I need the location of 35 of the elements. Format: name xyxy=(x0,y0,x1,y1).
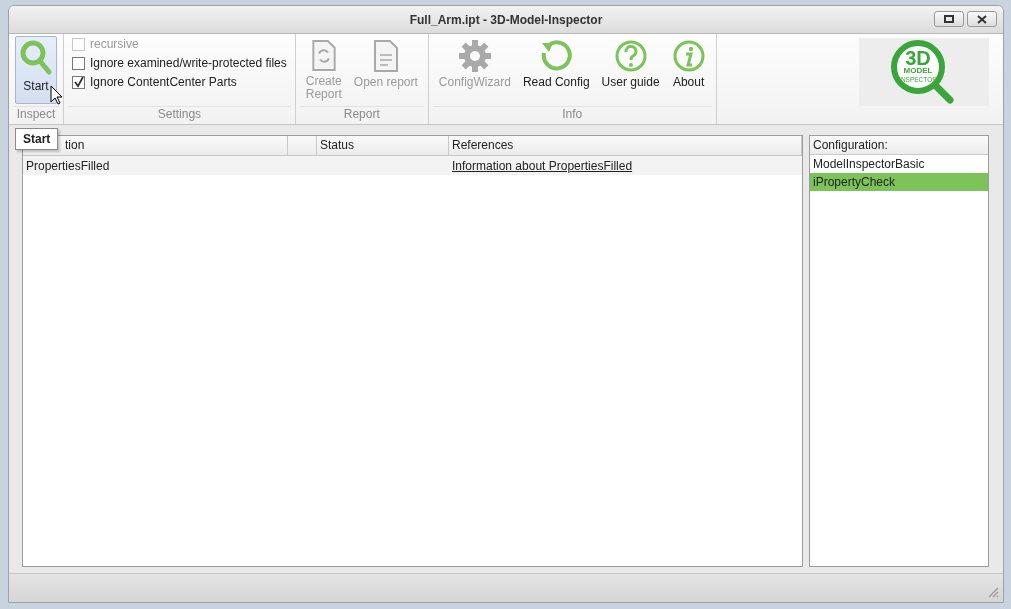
ribbon-button[interactable]: Read Config xyxy=(518,36,594,104)
checkbox[interactable] xyxy=(72,75,85,89)
column-header[interactable]: References xyxy=(449,136,802,155)
table-cell-text: PropertiesFilled xyxy=(25,158,111,173)
list-item[interactable]: ModelInspectorBasic xyxy=(810,155,988,173)
document-icon xyxy=(372,39,399,73)
group-label: Settings xyxy=(68,106,291,124)
gear-icon xyxy=(457,39,492,73)
question-icon xyxy=(613,39,648,73)
info-icon xyxy=(671,39,706,73)
tooltip: Start xyxy=(15,128,59,150)
checkbox-label: recursive xyxy=(90,37,139,51)
refresh-icon xyxy=(539,39,574,73)
maximize-icon xyxy=(944,15,954,23)
column-header[interactable]: Status xyxy=(317,136,449,155)
cursor-icon xyxy=(50,85,63,105)
list-header: Configuration: xyxy=(810,136,988,155)
ribbon-button[interactable]: About xyxy=(667,36,710,104)
group-label: Info xyxy=(432,106,712,124)
checkbox-label: Ignore examined/write-protected files xyxy=(90,56,287,70)
list-item[interactable]: iPropertyCheck xyxy=(810,173,988,191)
close-icon xyxy=(977,14,987,24)
checkbox[interactable] xyxy=(72,56,85,70)
document-refresh-icon xyxy=(310,39,337,72)
reference-link[interactable]: Information about PropertiesFilled xyxy=(452,158,633,173)
close-button[interactable] xyxy=(967,11,997,27)
search-icon xyxy=(19,39,53,77)
group-label: Report xyxy=(299,106,424,124)
group-label: Inspect xyxy=(13,106,59,124)
maximize-button[interactable] xyxy=(934,11,964,27)
checkbox-label: Ignore ContentCenter Parts xyxy=(90,75,237,89)
resize-grip-icon xyxy=(988,587,999,598)
ribbon-button[interactable]: Start xyxy=(15,36,57,104)
window-title: Full_Arm.ipt - 3D-Model-Inspector xyxy=(409,12,603,27)
ribbon-button[interactable]: User guide xyxy=(597,36,664,104)
